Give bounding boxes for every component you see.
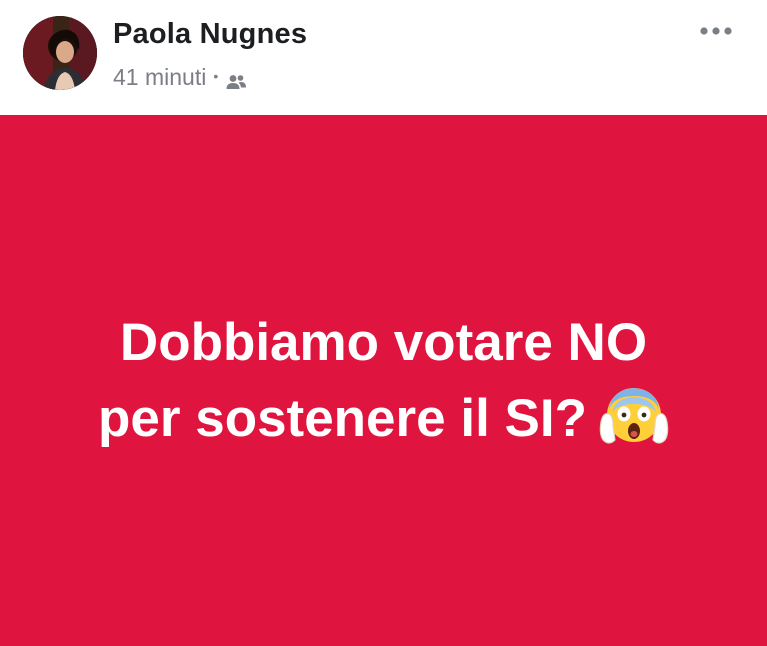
facebook-post: Paola Nugnes 41 minuti • Dobbiamo votare… — [0, 0, 767, 646]
message-line-2: per sostenere il SI? — [0, 381, 767, 457]
author-avatar[interactable] — [23, 16, 97, 90]
post-message: Dobbiamo votare NO per sostenere il SI? — [0, 305, 767, 457]
post-timestamp[interactable]: 41 minuti — [113, 64, 206, 91]
message-line-2-text: per sostenere il SI? — [98, 389, 587, 448]
message-line-1: Dobbiamo votare NO — [119, 313, 648, 372]
more-options-icon[interactable] — [697, 20, 735, 42]
post-meta: 41 minuti • — [113, 62, 247, 92]
friends-icon — [225, 69, 247, 89]
meta-separator: • — [213, 68, 219, 84]
post-header: Paola Nugnes 41 minuti • — [0, 0, 767, 115]
avatar-photo — [23, 16, 97, 90]
author-name[interactable]: Paola Nugnes — [113, 18, 307, 51]
text-background-banner: Dobbiamo votare NO per sostenere il SI? — [0, 115, 767, 646]
face-screaming-in-fear-icon — [599, 382, 669, 448]
